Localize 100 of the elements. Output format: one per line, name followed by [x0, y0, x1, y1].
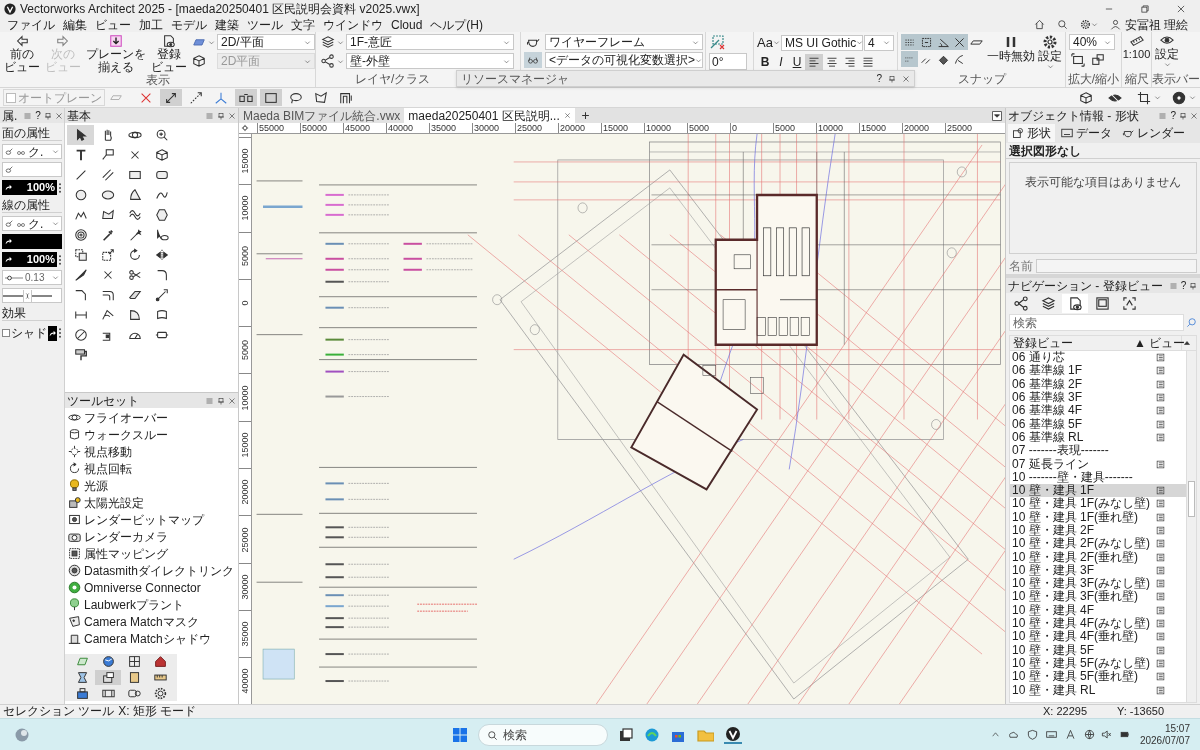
tool-item[interactable]: Camera Matchマスク	[84, 614, 199, 629]
menu-item[interactable]: 編集	[59, 17, 91, 32]
pause-button[interactable]: 一時無効	[987, 34, 1035, 63]
saved-views-button[interactable]: 登録ビュー	[150, 34, 188, 74]
shadow-checkbox[interactable]: シャド	[2, 324, 47, 342]
list-row[interactable]: 06 基準線 RL	[1010, 430, 1186, 445]
dropdown[interactable]: <データの可視化変数選択>	[545, 52, 703, 68]
list-row[interactable]: 07 -------表現-------	[1010, 444, 1186, 458]
clock-time[interactable]: 15:07	[1164, 722, 1190, 735]
dropdown[interactable]: MS UI Gothic	[780, 34, 863, 51]
taskbar-search[interactable]: 検索	[478, 724, 608, 746]
dropdown[interactable]: 2D/平面	[217, 34, 315, 50]
help-button[interactable]: ?	[1170, 110, 1176, 121]
dropdown[interactable]: 壁-外壁	[346, 53, 514, 69]
panel-tab[interactable]: レンダー	[1118, 124, 1189, 142]
help-button[interactable]: ?	[35, 110, 41, 121]
ruler-label: 5000	[773, 123, 816, 133]
search-field[interactable]: 検索	[1009, 314, 1184, 331]
tool-item[interactable]: 視点回転	[84, 461, 132, 476]
tool-item[interactable]: フライオーバー	[84, 410, 168, 425]
list-row[interactable]: 06 通り芯	[1010, 351, 1186, 365]
panel-tab[interactable]: データ	[1057, 124, 1116, 142]
style-dropdown[interactable]: ク.	[2, 216, 62, 231]
document-tab[interactable]: maeda20250401 区民説明...	[404, 108, 575, 123]
ruler-label: 30000	[472, 123, 515, 133]
list-row[interactable]: 10 壁・建具 1F(みなし壁)	[1010, 497, 1186, 511]
menu-item[interactable]: 加工	[135, 17, 167, 32]
menu-item[interactable]: ヘルプ(H)	[426, 17, 488, 32]
list-row[interactable]: 06 基準線 1F	[1010, 364, 1186, 378]
text-style-button[interactable]: I	[773, 54, 789, 70]
list-row[interactable]: 10 壁・建具 3F(垂れ壁)	[1010, 590, 1186, 604]
tool-item[interactable]: 太陽光設定	[84, 495, 144, 510]
ruler-label: 10000	[240, 385, 250, 411]
format-button[interactable]: Aa	[757, 34, 780, 51]
tool-item[interactable]: ウォークスルー	[84, 427, 168, 442]
list-row[interactable]: 06 基準線 5F	[1010, 417, 1186, 431]
help-button[interactable]: ?	[876, 71, 882, 86]
list-row[interactable]: 10 壁・建具 2F	[1010, 523, 1186, 538]
menu-item[interactable]: Cloud	[387, 17, 427, 32]
style-dropdown[interactable]: ク.	[2, 144, 62, 159]
menu-item[interactable]: ウインドウ	[319, 17, 387, 32]
list-row[interactable]: 10 壁・建具 5F(みなし壁)	[1010, 656, 1186, 671]
tool-item[interactable]: レンダーカメラ	[84, 529, 168, 544]
dropdown[interactable]: 40%	[1069, 34, 1115, 50]
ruler-label: 0	[240, 300, 250, 306]
list-row[interactable]: 10 -------壁・建具-------	[1010, 470, 1186, 484]
tool-item[interactable]: Omniverse Connector	[84, 580, 201, 595]
coordinate-x: X: 22295	[1043, 705, 1089, 718]
list-row[interactable]: 06 基準線 2F	[1010, 377, 1186, 391]
align-plane-button[interactable]: プレーンを揃える	[85, 34, 147, 74]
list-row[interactable]: 10 壁・建具 RL	[1010, 683, 1186, 697]
opacity-bar[interactable]: 100%	[2, 180, 57, 195]
list-row[interactable]: 10 壁・建具 5F(垂れ壁)	[1010, 670, 1186, 684]
group-label: スナップ	[957, 73, 1006, 87]
scale-button[interactable]: 1:100	[1122, 34, 1151, 60]
column-header[interactable]: 登録ビュー	[1010, 336, 1132, 350]
text-style-button[interactable]: U	[789, 54, 805, 70]
column-header[interactable]: ▲ ビュー	[1132, 336, 1182, 350]
tool-item[interactable]: 属性マッピング	[84, 546, 168, 561]
menu-item[interactable]: 建築	[211, 17, 243, 32]
panel-tab[interactable]: 形状	[1008, 124, 1055, 142]
line-weight-dropdown[interactable]: 0.13	[2, 270, 62, 285]
menu-item[interactable]: モデル	[167, 17, 211, 32]
tool-item[interactable]: Laubwerkプラント	[84, 597, 185, 612]
clock-date[interactable]: 2026/07/07	[1139, 734, 1190, 747]
tool-item[interactable]: Datasmithダイレクトリンク	[84, 563, 235, 578]
dropdown[interactable]: 4	[863, 34, 894, 51]
list-row[interactable]: 10 壁・建具 4F(みなし壁)	[1010, 616, 1186, 631]
menu-item[interactable]: 文字	[287, 17, 319, 32]
list-row[interactable]: 06 基準線 4F	[1010, 404, 1186, 418]
tool-item[interactable]: 光源	[84, 478, 108, 493]
list-row[interactable]: 10 壁・建具 3F(みなし壁)	[1010, 577, 1186, 591]
dropdown[interactable]: 1F-意匠	[346, 34, 514, 50]
list-row[interactable]: 10 壁・建具 2F(垂れ壁)	[1010, 550, 1186, 564]
list-row[interactable]: 10 壁・建具 3F	[1010, 563, 1186, 578]
list-row[interactable]: 10 壁・建具 4F	[1010, 603, 1186, 617]
menu-item[interactable]: ファイル	[3, 17, 59, 32]
opacity-bar[interactable]: 100%	[2, 252, 57, 267]
help-button[interactable]: ?	[1180, 280, 1187, 291]
previous-view-button[interactable]: 前のビュー	[3, 34, 41, 74]
list-row[interactable]: 06 基準線 3F	[1010, 390, 1186, 405]
tool-item[interactable]: レンダービットマップ	[84, 512, 204, 527]
display-settings-button[interactable]: 設定	[1155, 34, 1179, 68]
user-name[interactable]: 安冨祖 理絵	[1124, 17, 1188, 32]
list-row[interactable]: 07 延長ライン	[1010, 457, 1186, 471]
text-style-button[interactable]: B	[757, 54, 773, 70]
palette-title: 基本	[67, 108, 91, 123]
settings-button[interactable]: 設定	[1038, 34, 1062, 70]
tool-item[interactable]: Camera Matchシャドウ	[84, 631, 211, 646]
list-row[interactable]: 10 壁・建具 4F(垂れ壁)	[1010, 630, 1186, 644]
list-row[interactable]: 10 壁・建具 5F	[1010, 643, 1186, 657]
list-row[interactable]: 10 壁・建具 1F(垂れ壁)	[1010, 510, 1186, 524]
list-row[interactable]: 10 壁・建具 2F(みなし壁)	[1010, 537, 1186, 551]
menu-item[interactable]: ツール	[243, 17, 287, 32]
tool-item[interactable]: 視点移動	[84, 444, 132, 459]
list-row[interactable]: 10 壁・建具 1F	[1010, 483, 1186, 498]
angle-field[interactable]: 0°	[709, 53, 747, 70]
menu-item[interactable]: ビュー	[91, 17, 135, 32]
dropdown[interactable]: ワイヤーフレーム	[545, 34, 703, 50]
ruler-label: 5000	[240, 245, 250, 266]
